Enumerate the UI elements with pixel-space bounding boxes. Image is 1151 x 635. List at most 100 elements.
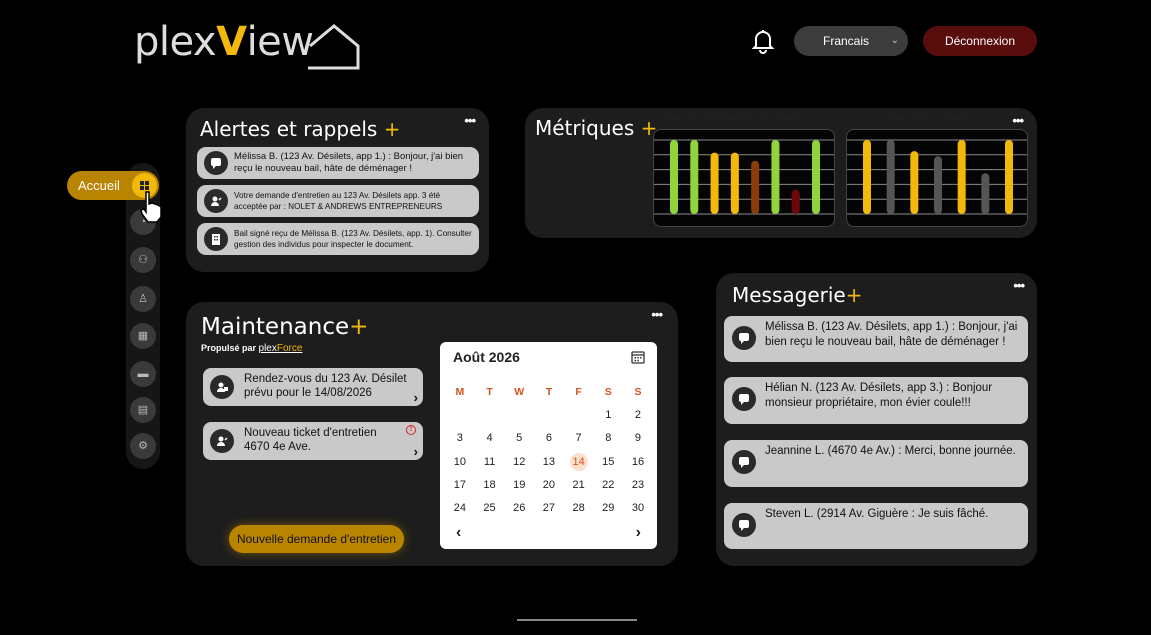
chevron-down-icon: ⌄: [890, 35, 899, 46]
message-item[interactable]: Hélian N. (123 Av. Désilets, app 3.) : B…: [724, 377, 1028, 424]
chevron-right-icon: ›: [413, 444, 418, 459]
notification-bell-icon[interactable]: [750, 28, 776, 54]
calendar-icon[interactable]: [631, 350, 645, 364]
more-options-button[interactable]: •••: [464, 113, 476, 128]
calendar-day-today[interactable]: 14: [564, 451, 594, 474]
message-item[interactable]: Mélissa B. (123 Av. Désilets, app 1.) : …: [724, 316, 1028, 362]
sidebar-item-label: Accueil: [78, 178, 120, 193]
new-maintenance-request-button[interactable]: Nouvelle demande d'entretien: [229, 525, 404, 553]
alert-item[interactable]: Votre demande d'entretien au 123 Av. Dés…: [197, 185, 479, 217]
calendar-empty-cell: [564, 404, 594, 427]
weekday-label: S: [634, 386, 642, 398]
maintenance-item[interactable]: Nouveau ticket d'entretien 4670 4e Ave. …: [203, 422, 423, 460]
calendar-day[interactable]: 26: [504, 497, 534, 520]
alerts-title: Alertes et rappels +: [200, 117, 401, 141]
calendar-day[interactable]: 10: [445, 451, 475, 474]
chat-icon[interactable]: ▬: [130, 361, 156, 387]
add-alert-button[interactable]: +: [384, 117, 401, 141]
calendar-day[interactable]: 25: [475, 497, 505, 520]
chart-bar: [981, 173, 990, 214]
gear-icon[interactable]: ⚙: [130, 433, 156, 459]
chart-bar: [690, 140, 699, 214]
metrics-title: Métriques +: [535, 116, 658, 140]
calendar-day[interactable]: 29: [593, 497, 623, 520]
logout-button[interactable]: Déconnexion: [923, 26, 1037, 56]
calendar-day[interactable]: 23: [623, 474, 653, 497]
maintenance-line2: 4670 4e Ave.: [244, 441, 311, 453]
alerts-card: Alertes et rappels + ••• Mélissa B. (123…: [186, 108, 489, 272]
weekday-label: W: [514, 386, 525, 398]
calendar-day[interactable]: 16: [623, 451, 653, 474]
person-icon[interactable]: ♙: [130, 286, 156, 312]
calendar-day[interactable]: 15: [593, 451, 623, 474]
alert-text: Mélissa B. (123 Av. Désilets, app 1.) : …: [234, 151, 464, 174]
calendar-day[interactable]: 17: [445, 474, 475, 497]
worker-icon: [210, 429, 234, 453]
maintenance-title: Maintenance+: [201, 314, 369, 340]
calendar-month: Août 2026: [453, 349, 520, 365]
worker-icon: [204, 189, 228, 213]
calendar-day[interactable]: 22: [593, 474, 623, 497]
calendar-day[interactable]: 3: [445, 427, 475, 450]
alert-item[interactable]: Bail signé reçu de Mélissa B. (123 Av. D…: [197, 223, 479, 255]
weekday-label: M: [455, 386, 465, 398]
messaging-title: Messagerie+: [732, 283, 863, 307]
chart-bar: [751, 160, 760, 214]
chart-bar: [886, 140, 895, 214]
calendar-day[interactable]: 27: [534, 497, 564, 520]
chart-bar: [910, 151, 919, 214]
calendar-empty-cell: [504, 404, 534, 427]
alert-item[interactable]: Mélissa B. (123 Av. Désilets, app 1.) : …: [197, 147, 479, 179]
calendar-day[interactable]: 28: [564, 497, 594, 520]
calendar-next-button[interactable]: ›: [636, 524, 641, 542]
house-outline-icon: [308, 24, 360, 70]
message-item[interactable]: Jeannine L. (4670 4e Av.) : Merci, bonne…: [724, 440, 1028, 487]
alert-text: Bail signé reçu de Mélissa B. (123 Av. D…: [234, 229, 472, 249]
calendar-empty-cell: [445, 404, 475, 427]
weekday-label: F: [575, 386, 582, 398]
more-options-button[interactable]: •••: [651, 307, 663, 322]
maintenance-line1: Nouveau ticket d'entretien: [244, 427, 377, 439]
more-options-button[interactable]: •••: [1012, 113, 1024, 128]
calendar-day[interactable]: 2: [623, 404, 653, 427]
plexforce-logo: plexForce: [258, 343, 303, 354]
add-message-button[interactable]: +: [846, 283, 863, 307]
lease-completion-chart: [653, 129, 835, 227]
calendar-day[interactable]: 11: [475, 451, 505, 474]
calendar-prev-button[interactable]: ‹: [456, 524, 461, 542]
calendar-day[interactable]: 4: [475, 427, 505, 450]
calendar-day[interactable]: 21: [564, 474, 594, 497]
calendar-day[interactable]: 20: [534, 474, 564, 497]
message-text: Hélian N. (123 Av. Désilets, app 3.) : B…: [765, 382, 993, 409]
maintenance-item[interactable]: Rendez-vous du 123 Av. Désilet prévu pou…: [203, 368, 423, 406]
calendar-day[interactable]: 18: [475, 474, 505, 497]
calendar-day[interactable]: 12: [504, 451, 534, 474]
more-options-button[interactable]: •••: [1013, 278, 1025, 293]
message-text: Steven L. (2914 Av. Giguère : Je suis fâ…: [765, 508, 989, 520]
calendar-day[interactable]: 1: [593, 404, 623, 427]
language-select[interactable]: Francais ⌄: [794, 26, 908, 56]
calendar-day[interactable]: 9: [623, 427, 653, 450]
calendar-day[interactable]: 5: [504, 427, 534, 450]
calendar-grid: M T W T F S S 1 2 3 4 5 6 7 8 9 10 11 12 13 14 15 16 17 18 19 20 21…: [445, 381, 653, 520]
document-icon[interactable]: ▤: [130, 397, 156, 423]
pointer-hand-icon: [138, 190, 166, 224]
calendar-day[interactable]: 6: [534, 427, 564, 450]
chart-bar: [771, 140, 780, 214]
calendar-day[interactable]: 8: [593, 427, 623, 450]
chat-icon: [732, 513, 756, 537]
message-item[interactable]: Steven L. (2914 Av. Giguère : Je suis fâ…: [724, 503, 1028, 549]
weekday-label: T: [545, 386, 553, 398]
chart-title: Taux de completion des baux: [664, 113, 801, 125]
building-icon[interactable]: ▦: [130, 323, 156, 349]
weekday-label: T: [486, 386, 493, 398]
calendar-day[interactable]: 24: [445, 497, 475, 520]
add-maintenance-button[interactable]: +: [349, 314, 368, 340]
users-icon[interactable]: ⚇: [130, 247, 156, 273]
calendar-day[interactable]: 30: [623, 497, 653, 520]
plexview-logo: plexView: [134, 20, 360, 70]
calendar-day[interactable]: 13: [534, 451, 564, 474]
chat-icon: [732, 387, 756, 411]
calendar-day[interactable]: 7: [564, 427, 594, 450]
calendar-day[interactable]: 19: [504, 474, 534, 497]
